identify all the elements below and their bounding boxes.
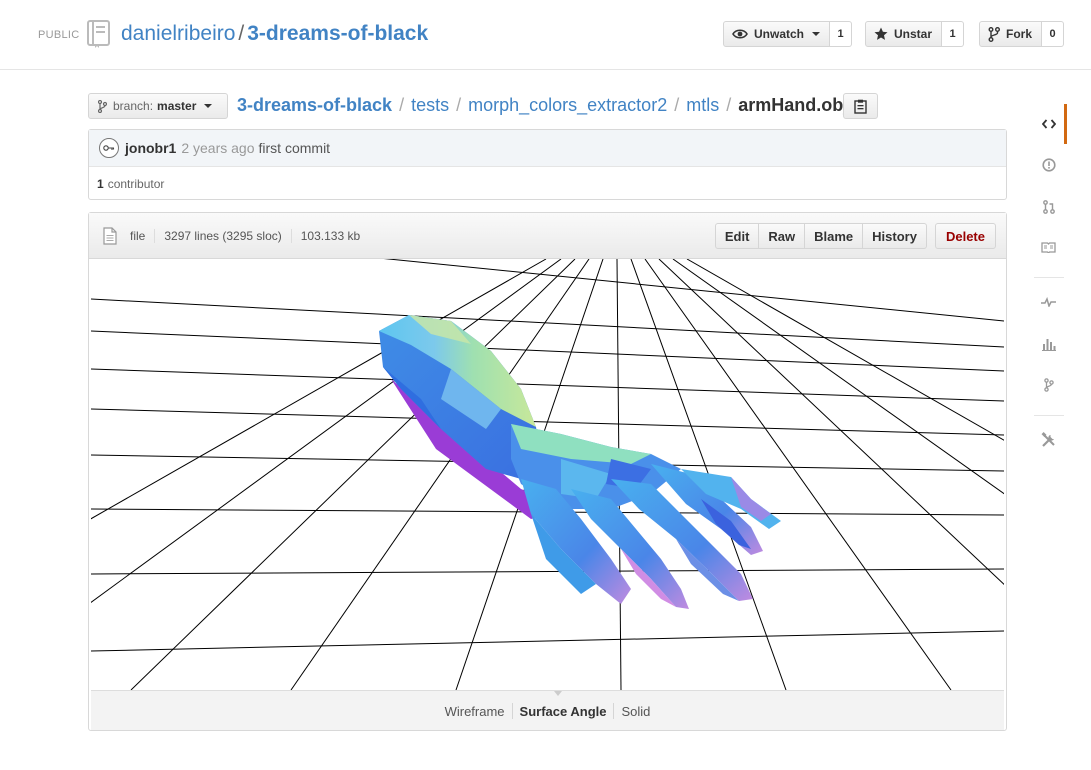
nav-pulse[interactable] xyxy=(1030,282,1067,322)
contributors-label: contributor xyxy=(107,176,165,191)
divider xyxy=(1034,277,1064,278)
branch-selector[interactable]: branch: master xyxy=(88,93,228,119)
latest-commit: jonobr1 2 years ago first commit xyxy=(89,130,1006,167)
render-mode-solid[interactable]: Solid xyxy=(614,704,657,719)
breadcrumb-separator: / xyxy=(674,95,680,115)
copy-path-button[interactable] xyxy=(843,93,878,119)
branch-name: master xyxy=(157,99,197,113)
divider xyxy=(1034,415,1064,416)
history-button[interactable]: History xyxy=(862,223,927,249)
contributors-count: 1 xyxy=(97,176,104,191)
star-icon xyxy=(874,27,888,40)
fork-group: Fork 0 xyxy=(979,21,1065,47)
model-viewer[interactable] xyxy=(91,259,1004,690)
pulse-icon xyxy=(1041,297,1056,307)
commit-time: 2 years ago xyxy=(181,140,255,156)
star-group: Unstar 1 xyxy=(865,21,965,47)
breadcrumb-root-link[interactable]: 3-dreams-of-black xyxy=(237,94,392,116)
clipboard-icon xyxy=(853,99,867,114)
unstar-button[interactable]: Unstar xyxy=(865,21,943,47)
nav-graphs[interactable] xyxy=(1030,324,1067,364)
commit-author[interactable]: jonobr1 xyxy=(125,140,176,156)
file-action-group: Edit Raw Blame History xyxy=(714,223,927,249)
divider xyxy=(290,229,292,243)
delete-button[interactable]: Delete xyxy=(934,223,996,249)
visibility-label: PUBLIC xyxy=(38,29,80,41)
breadcrumb-link-tests[interactable]: tests xyxy=(411,94,449,116)
render-mode-surface-angle[interactable]: Surface Angle xyxy=(513,704,614,719)
unwatch-button[interactable]: Unwatch xyxy=(723,21,831,47)
repo-header: PUBLIC danielribeiro/3-dreams-of-black U… xyxy=(0,0,1091,70)
fork-button[interactable]: Fork xyxy=(979,21,1043,47)
unstar-label: Unstar xyxy=(894,27,933,41)
blame-button[interactable]: Blame xyxy=(804,223,864,249)
render-mode-bar: Wireframe Surface Angle Solid xyxy=(91,690,1004,730)
commit-message[interactable]: first commit xyxy=(259,140,331,156)
divider xyxy=(154,229,156,243)
file-box: file 3297 lines (3295 sloc) 103.133 kb E… xyxy=(88,212,1007,731)
repo-name-link[interactable]: 3-dreams-of-black xyxy=(247,22,428,45)
settings-icon xyxy=(1041,432,1055,447)
breadcrumb-current-file: armHand.obj xyxy=(738,95,849,115)
chevron-down-icon xyxy=(812,32,821,36)
forks-count[interactable]: 0 xyxy=(1042,21,1065,47)
file-actions: Edit Raw Blame History Delete xyxy=(714,223,996,249)
key-icon xyxy=(103,145,115,151)
nav-wiki[interactable] xyxy=(1030,227,1067,267)
repo-book-icon xyxy=(86,20,112,48)
watchers-count[interactable]: 1 xyxy=(830,21,853,47)
stargazers-count[interactable]: 1 xyxy=(942,21,965,47)
breadcrumb-link-morph-colors-extractor2[interactable]: morph_colors_extractor2 xyxy=(468,94,667,116)
repo-owner-link[interactable]: danielribeiro xyxy=(121,22,235,45)
fork-icon xyxy=(988,26,1000,42)
breadcrumb-separator: / xyxy=(399,95,405,115)
file-lines: 3297 lines (3295 sloc) xyxy=(164,229,282,243)
file-icon xyxy=(103,227,117,250)
breadcrumb: 3-dreams-of-black / tests / morph_colors… xyxy=(237,94,848,116)
file-header: file 3297 lines (3295 sloc) 103.133 kb E… xyxy=(89,213,1006,259)
network-icon xyxy=(1043,378,1054,392)
nav-network[interactable] xyxy=(1030,365,1067,405)
nav-code[interactable] xyxy=(1030,104,1067,144)
render-mode-switcher: Wireframe Surface Angle Solid xyxy=(91,691,1004,731)
watch-group: Unwatch 1 xyxy=(723,21,853,47)
file-info: file 3297 lines (3295 sloc) 103.133 kb xyxy=(130,229,360,243)
eye-icon xyxy=(732,29,748,39)
pull-requests-icon xyxy=(1042,200,1055,214)
raw-button[interactable]: Raw xyxy=(758,223,806,249)
avatar[interactable] xyxy=(99,138,119,158)
commit-tease-box: jonobr1 2 years ago first commit 1 contr… xyxy=(88,129,1007,200)
unwatch-label: Unwatch xyxy=(754,27,805,41)
nav-issues[interactable] xyxy=(1030,145,1067,185)
issues-icon xyxy=(1041,158,1056,172)
file-size: 103.133 kb xyxy=(300,229,361,243)
nav-settings[interactable] xyxy=(1030,420,1067,460)
branch-prefix: branch: xyxy=(113,99,154,113)
repo-title-separator: / xyxy=(238,22,245,45)
code-icon xyxy=(1041,119,1056,129)
contributors-row[interactable]: 1 contributor xyxy=(89,167,1006,200)
breadcrumb-separator: / xyxy=(726,95,732,115)
breadcrumb-separator: / xyxy=(456,95,462,115)
repo-title: danielribeiro/3-dreams-of-black xyxy=(121,21,428,47)
chevron-down-icon xyxy=(204,104,213,108)
render-mode-wireframe[interactable]: Wireframe xyxy=(438,704,512,719)
breadcrumb-link-mtls[interactable]: mtls xyxy=(686,94,719,116)
branch-icon xyxy=(98,99,107,113)
file-type: file xyxy=(130,229,146,243)
wiki-icon xyxy=(1041,241,1056,253)
graphs-icon xyxy=(1041,339,1056,351)
fork-label: Fork xyxy=(1006,27,1033,41)
nav-pull-requests[interactable] xyxy=(1030,187,1067,227)
edit-button[interactable]: Edit xyxy=(714,223,760,249)
